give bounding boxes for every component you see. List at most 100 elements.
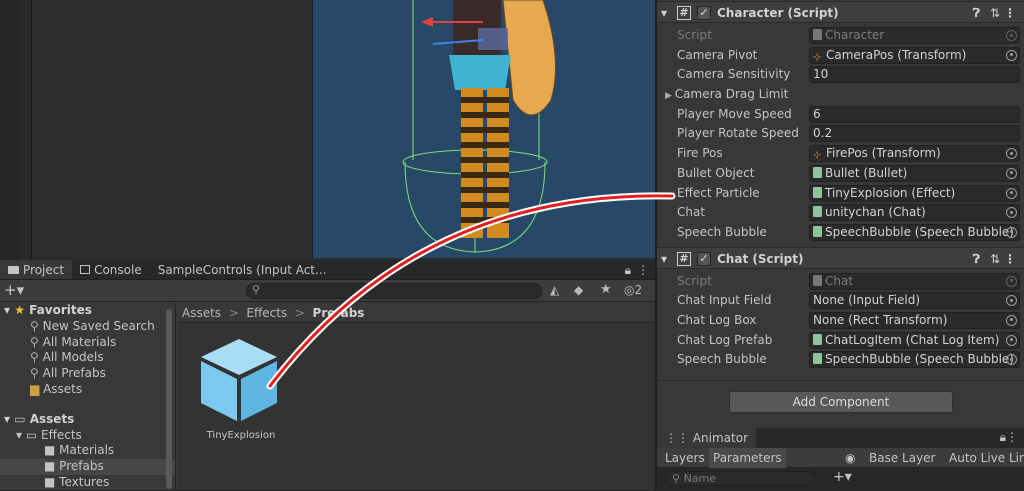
chat-log-box-field[interactable]: None (Rect Transform) <box>809 311 1020 329</box>
object-picker-icon[interactable] <box>1006 187 1017 199</box>
tab-sample-controls[interactable]: SampleControls (Input Act... <box>150 260 335 279</box>
camera-sensitivity-input[interactable]: 10 <box>809 66 1020 84</box>
expand-arrow-icon[interactable]: ▾ <box>661 248 667 270</box>
script-file-icon <box>813 333 822 345</box>
tab-project[interactable]: Project <box>0 260 73 279</box>
kebab-menu-icon[interactable]: ⋮ <box>635 260 655 279</box>
object-picker-icon[interactable] <box>1006 354 1017 366</box>
favorite-star-icon[interactable]: ★ <box>600 282 614 297</box>
transform-icon: ⊹ <box>813 150 822 162</box>
folder-icon: ■ <box>44 474 56 489</box>
object-picker-icon[interactable] <box>1006 334 1017 346</box>
kebab-menu-icon[interactable]: ⋮ <box>1006 430 1018 444</box>
add-component-button[interactable]: Add Component <box>729 391 953 413</box>
add-parameter-button[interactable]: +▾ <box>833 469 852 485</box>
fire-pos-field[interactable]: ⊹ FirePos (Transform) <box>809 145 1020 163</box>
effect-particle-field[interactable]: TinyExplosion (Effect) <box>809 184 1020 202</box>
breadcrumb-prefabs[interactable]: Prefabs <box>313 306 365 320</box>
expand-arrow-icon[interactable]: ▾ <box>661 2 667 24</box>
bullet-object-field[interactable]: Bullet (Bullet) <box>809 164 1020 182</box>
expand-arrow-icon[interactable]: ▾ <box>4 412 14 426</box>
prop-chat-input-field: Chat Input Field None (Input Field) <box>657 291 1024 311</box>
kebab-menu-icon[interactable]: ⋮ <box>1004 2 1016 24</box>
prop-label: Camera Pivot <box>677 47 758 62</box>
project-tabbar: Project Console SampleControls (Input Ac… <box>0 260 655 280</box>
prop-value: 0.2 <box>813 126 833 141</box>
folder-star-icon: ▆ <box>30 381 40 396</box>
tree-assets[interactable]: ▾ ▭ Assets <box>0 412 175 428</box>
enabled-checkbox[interactable]: ✓ <box>697 6 711 20</box>
tree-item-favorites-assets[interactable]: ▆ Assets <box>0 382 175 398</box>
layers-tab[interactable]: Layers <box>665 448 705 468</box>
base-layer-breadcrumb[interactable]: Base Layer <box>869 448 936 468</box>
tree-item-all-models[interactable]: ⚲ All Models <box>0 350 175 366</box>
enabled-checkbox[interactable]: ✓ <box>697 251 711 266</box>
object-picker-icon[interactable] <box>1006 148 1017 160</box>
hidden-packages-toggle[interactable]: ◎2 <box>624 282 642 298</box>
tree-item-label: All Models <box>42 350 104 365</box>
camera-pivot-field[interactable]: ⊹ CameraPos (Transform) <box>809 46 1020 64</box>
tree-favorites[interactable]: ▾ ★ Favorites <box>0 303 175 319</box>
chat-speech-bubble-field[interactable]: SpeechBubble (Speech Bubble) <box>809 351 1020 369</box>
object-picker-icon[interactable] <box>1006 226 1017 238</box>
object-picker-icon[interactable] <box>1006 207 1017 219</box>
search-icon: ⚲ <box>30 350 39 365</box>
parameter-search-input[interactable]: ⚲ Name <box>665 471 817 486</box>
prop-effect-particle: Effect Particle TinyExplosion (Effect) <box>657 184 1024 204</box>
prop-label: Bullet Object <box>677 165 755 180</box>
character-component-header[interactable]: ▾ # ✓ Character (Script) ❓︎ ⇅ ⋮ <box>657 1 1024 23</box>
prop-camera-drag-limit[interactable]: ▶ Camera Drag Limit <box>657 85 1024 105</box>
expand-arrow-icon[interactable]: ▾ <box>16 428 26 442</box>
parameters-tab[interactable]: Parameters <box>709 448 786 468</box>
tree-item-all-materials[interactable]: ⚲ All Materials <box>0 335 175 351</box>
scene-view[interactable] <box>312 0 655 258</box>
chat-component-header[interactable]: ▾ # ✓ Chat (Script) ❓︎ ⇅ ⋮ <box>657 246 1024 270</box>
breadcrumb: Assets > Effects > Prefabs <box>177 303 655 323</box>
search-by-type-icon[interactable]: ◭ <box>550 283 564 297</box>
kebab-menu-icon[interactable]: ⋮ <box>1004 248 1016 270</box>
search-by-label-icon[interactable]: ◆ <box>574 283 588 297</box>
tree-textures[interactable]: ■ Textures <box>0 475 175 491</box>
asset-tinyexplosion[interactable]: TinyExplosion <box>191 337 291 447</box>
star-icon: ★ <box>14 303 25 317</box>
tree-item-all-prefabs[interactable]: ⚲ All Prefabs <box>0 366 175 382</box>
object-picker-icon[interactable] <box>1006 295 1017 307</box>
create-button[interactable]: +▾ <box>4 282 24 298</box>
help-icon[interactable]: ❓︎ <box>973 248 980 270</box>
chat-log-prefab-field[interactable]: ChatLogItem (Chat Log Item) <box>809 331 1020 349</box>
project-search-input[interactable]: ⚲ <box>246 283 542 299</box>
player-rotate-speed-input[interactable]: 0.2 <box>809 125 1020 143</box>
lock-icon[interactable]: 🔒︎ <box>621 260 635 279</box>
chat-input-field-field[interactable]: None (Input Field) <box>809 292 1020 310</box>
prop-label: Script <box>677 28 712 42</box>
search-icon: ⚲ <box>30 366 39 381</box>
chat-field[interactable]: unitychan (Chat) <box>809 204 1020 222</box>
preset-icon[interactable]: ⇅ <box>990 2 1000 24</box>
tree-item-label: Effects <box>41 427 82 442</box>
prop-value: Character <box>825 28 885 42</box>
breadcrumb-effects[interactable]: Effects <box>246 306 287 320</box>
tree-item-new-saved-search[interactable]: ⚲ New Saved Search <box>0 319 175 335</box>
player-move-speed-input[interactable]: 6 <box>809 105 1020 123</box>
tab-animator[interactable]: ⋮⋮ Animator <box>657 428 756 448</box>
prop-value: 6 <box>813 106 821 121</box>
character-component-title: Character (Script) <box>717 6 839 20</box>
breadcrumb-assets[interactable]: Assets <box>182 306 221 320</box>
tree-materials[interactable]: ■ Materials <box>0 443 175 459</box>
object-picker-icon[interactable] <box>1006 314 1017 326</box>
object-picker-icon[interactable] <box>1006 49 1017 61</box>
tree-effects[interactable]: ▾ ▭ Effects <box>0 428 175 444</box>
expand-arrow-icon[interactable]: ▾ <box>4 303 14 317</box>
object-picker-icon[interactable] <box>1006 167 1017 179</box>
preset-icon[interactable]: ⇅ <box>990 248 1000 270</box>
collapse-arrow-icon[interactable]: ▶ <box>665 91 675 101</box>
eye-icon[interactable]: ◉ <box>845 448 855 468</box>
speech-bubble-field[interactable]: SpeechBubble (Speech Bubble) <box>809 223 1020 241</box>
tab-console[interactable]: Console <box>72 260 150 279</box>
prop-label: Chat Log Prefab <box>677 332 773 347</box>
tree-scrollbar[interactable] <box>166 309 172 489</box>
favorites-label: Favorites <box>29 303 92 317</box>
tree-prefabs[interactable]: ■ Prefabs <box>0 459 175 475</box>
auto-live-link-toggle[interactable]: Auto Live Link <box>949 448 1024 468</box>
help-icon[interactable]: ❓︎ <box>973 2 980 24</box>
